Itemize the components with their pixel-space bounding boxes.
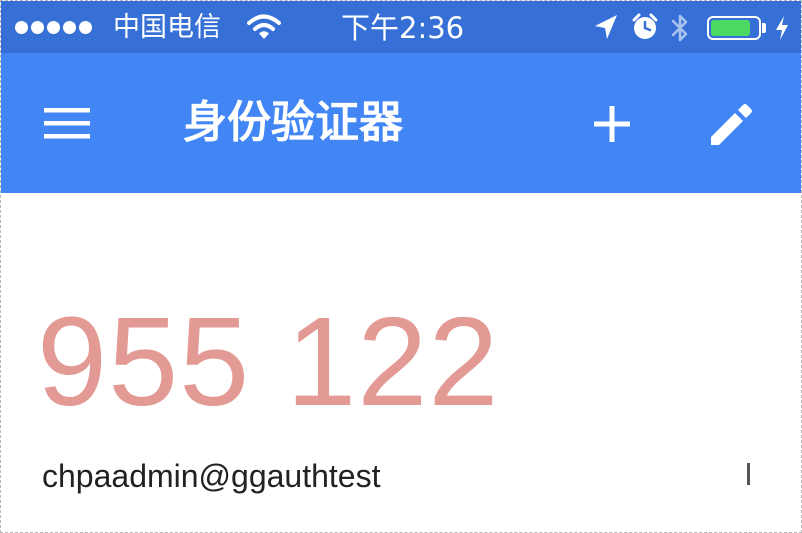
screen: 中国电信 下午2:36 身份验证器 955 122 chpaadmin@ggau… (0, 0, 802, 533)
battery-icon (707, 16, 761, 40)
hamburger-menu-icon (44, 108, 90, 139)
status-bar: 中国电信 下午2:36 (1, 1, 801, 53)
location-arrow-icon (595, 15, 617, 39)
account-name: chpaadmin@ggauthtest (42, 458, 381, 494)
bluetooth-icon (671, 14, 688, 42)
app-title: 身份验证器 (183, 97, 403, 148)
verification-code: 955 122 (37, 291, 500, 432)
plus-icon (594, 106, 630, 142)
signal-strength-icon (15, 21, 92, 34)
battery-nub (762, 23, 766, 33)
pencil-icon (711, 104, 752, 145)
account-entry[interactable]: 955 122 chpaadmin@ggauthtest (1, 193, 801, 532)
app-bar: 身份验证器 (1, 53, 801, 193)
edit-button[interactable] (701, 95, 761, 155)
carrier-name: 中国电信 (113, 12, 221, 43)
wifi-icon (247, 14, 281, 39)
menu-button[interactable] (37, 93, 97, 153)
countdown-timer-indicator (747, 463, 750, 485)
add-account-button[interactable] (583, 95, 641, 153)
charging-bolt-icon (776, 16, 788, 40)
alarm-icon (632, 13, 658, 39)
status-time: 下午2:36 (341, 11, 465, 45)
